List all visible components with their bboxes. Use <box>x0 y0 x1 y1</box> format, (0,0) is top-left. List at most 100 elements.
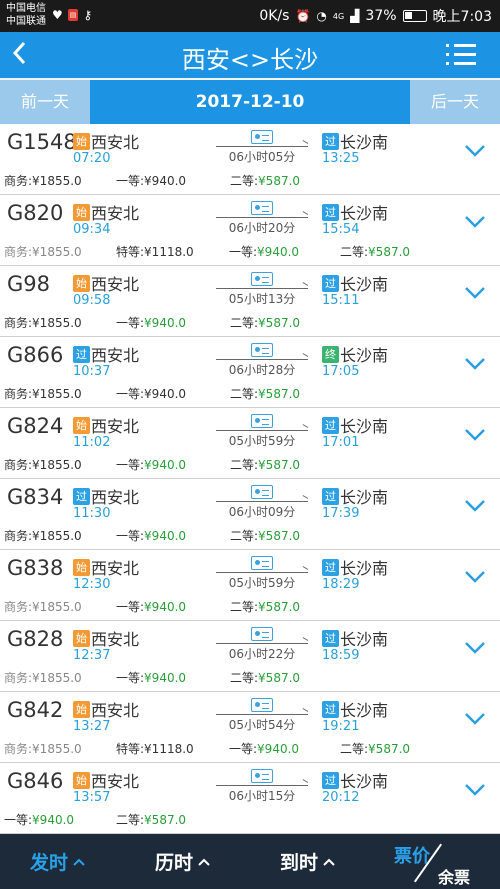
chevron-down-icon[interactable] <box>464 712 486 726</box>
train-row[interactable]: G824 始西安北 11:02 05小时59分 过长沙南 17:01 商务:¥1855.0 一… <box>0 408 500 479</box>
train-row[interactable]: G846 始西安北 13:57 06小时15分 过长沙南 20:12 一等:¥940.0 二等… <box>0 763 500 834</box>
seat-class-label: 一等: <box>229 742 258 756</box>
clock: 晚上7:03 <box>432 9 492 25</box>
trip-info: 05小时54分 <box>216 696 308 732</box>
chevron-down-icon[interactable] <box>464 499 486 513</box>
train-row[interactable]: G1548 始西安北 07:20 06小时05分 过长沙南 13:25 商务:¥1855.0… <box>0 124 500 195</box>
departure-station: 始西安北 <box>73 555 139 579</box>
chevron-down-icon[interactable] <box>464 215 486 229</box>
sort-remaining-button[interactable]: 余票 <box>438 864 470 888</box>
arrow-line-icon <box>216 501 308 502</box>
nav-bar: 西安<>长沙 <box>0 32 500 78</box>
carrier-1: 中国电信 <box>6 3 46 14</box>
arrival-time: 18:29 <box>322 577 360 592</box>
sort-arrive-label: 到时 <box>280 852 319 874</box>
menu-button[interactable] <box>446 44 476 68</box>
chevron-down-icon[interactable] <box>464 357 486 371</box>
id-card-icon <box>251 698 273 712</box>
arrival-station-name: 长沙南 <box>340 772 389 791</box>
seat-class-label: 二等: <box>340 742 369 756</box>
departure-station-name: 西安北 <box>91 275 140 294</box>
chevron-down-icon[interactable] <box>464 286 486 300</box>
seat-price: 一等:¥940.0 <box>4 811 74 828</box>
chevron-down-icon[interactable] <box>464 641 486 655</box>
seat-class-label: 特等: <box>116 742 145 756</box>
next-day-button[interactable]: 后一天 <box>410 80 500 124</box>
arrival-station: 过长沙南 <box>322 555 388 579</box>
train-row[interactable]: G866 过西安北 10:37 06小时28分 终长沙南 17:05 商务:¥1855.0 一… <box>0 337 500 408</box>
bottom-sort-bar: 发时 历时 到时 票价 余票 <box>0 834 500 889</box>
train-code: G820 <box>7 201 64 225</box>
sort-depart-button[interactable]: 发时 <box>30 848 86 875</box>
trip-info: 06小时22分 <box>216 625 308 661</box>
seat-class-label: 一等: <box>116 458 145 472</box>
train-code: G834 <box>7 485 64 509</box>
departure-station: 始西安北 <box>73 697 139 721</box>
arrival-time: 19:21 <box>322 719 360 734</box>
trip-info: 05小时13分 <box>216 270 308 306</box>
arrival-station: 过长沙南 <box>322 626 388 650</box>
seat-class-label: 一等: <box>116 529 145 543</box>
arrival-station: 过长沙南 <box>322 271 388 295</box>
seat-price: 二等:¥587.0 <box>230 456 300 473</box>
seat-price: 商务:¥1855.0 <box>4 669 82 686</box>
trip-duration: 06小时05分 <box>228 150 296 164</box>
seat-price: 特等:¥1118.0 <box>116 740 194 757</box>
terminal-tag-icon: 终 <box>322 345 339 363</box>
trip-duration: 05小时59分 <box>228 434 296 448</box>
train-row[interactable]: G838 始西安北 12:30 05小时59分 过长沙南 18:29 商务:¥1855.0 一… <box>0 550 500 621</box>
terminal-tag-icon: 过 <box>322 487 339 505</box>
seat-price: 二等:¥587.0 <box>230 669 300 686</box>
trip-duration: 05小时59分 <box>228 576 296 590</box>
chevron-down-icon[interactable] <box>464 428 486 442</box>
train-code: G838 <box>7 556 64 580</box>
trip-duration: 06小时15分 <box>228 789 296 803</box>
arrival-station-name: 长沙南 <box>340 559 389 578</box>
seat-price: 二等:¥587.0 <box>230 527 300 544</box>
train-row[interactable]: G98 始西安北 09:58 05小时13分 过长沙南 15:11 商务:¥1855.0 一等… <box>0 266 500 337</box>
sort-arrive-button[interactable]: 到时 <box>280 848 336 875</box>
seat-price: 商务:¥1855.0 <box>4 527 82 544</box>
chevron-down-icon[interactable] <box>464 783 486 797</box>
arrival-time: 15:54 <box>322 222 360 237</box>
seat-price-value: ¥940.0 <box>144 600 187 614</box>
seat-price-value: ¥940.0 <box>144 529 187 543</box>
key-icon: ⚷ <box>83 8 93 22</box>
arrival-station: 过长沙南 <box>322 697 388 721</box>
train-code: G98 <box>7 272 50 296</box>
sort-duration-button[interactable]: 历时 <box>155 848 211 875</box>
id-card-icon <box>251 769 273 783</box>
wifi-icon: ◔ <box>316 9 327 23</box>
origin-tag-icon: 始 <box>73 416 90 434</box>
trip-duration: 06小时20分 <box>228 221 296 235</box>
departure-station: 始西安北 <box>73 200 139 224</box>
trip-info: 05小时59分 <box>216 554 308 590</box>
date-bar: 前一天 2017-12-10 后一天 <box>0 80 500 124</box>
train-row[interactable]: G820 始西安北 09:34 06小时20分 过长沙南 15:54 商务:¥1855.0 特… <box>0 195 500 266</box>
arrival-station: 过长沙南 <box>322 129 388 153</box>
departure-time: 12:37 <box>73 648 111 663</box>
departure-station-name: 西安北 <box>91 488 140 507</box>
prev-day-button[interactable]: 前一天 <box>0 80 90 124</box>
train-row[interactable]: G842 始西安北 13:27 05小时54分 过长沙南 19:21 商务:¥1855.0 特… <box>0 692 500 763</box>
alarm-icon: ⏰ <box>295 9 311 23</box>
seat-price: 商务:¥1855.0 <box>4 243 82 260</box>
train-row[interactable]: G834 过西安北 11:30 06小时09分过长沙南 17:39 商务:¥1855.0 一… <box>0 479 500 550</box>
arrival-station: 过长沙南 <box>322 413 388 437</box>
arrow-line-icon <box>216 288 308 289</box>
origin-tag-icon: 始 <box>73 203 90 221</box>
arrival-station: 过长沙南 <box>322 484 388 508</box>
departure-station: 始西安北 <box>73 626 139 650</box>
carrier-names: 中国电信 中国联通 <box>6 2 46 28</box>
chevron-down-icon[interactable] <box>464 570 486 584</box>
trip-info: 06小时09分 <box>216 483 308 519</box>
seat-price-value: ¥1855.0 <box>32 316 82 330</box>
departure-station: 始西安北 <box>73 768 139 792</box>
train-row[interactable]: G828 始西安北 12:37 06小时22分 过长沙南 18:59 商务:¥1855.0 一… <box>0 621 500 692</box>
seat-price-value: ¥587.0 <box>258 387 301 401</box>
selected-date[interactable]: 2017-12-10 <box>90 80 410 124</box>
seat-price: 一等:¥940.0 <box>116 456 186 473</box>
arrival-time: 17:39 <box>322 506 360 521</box>
chevron-down-icon[interactable] <box>464 144 486 158</box>
seat-price-value: ¥940.0 <box>144 387 187 401</box>
